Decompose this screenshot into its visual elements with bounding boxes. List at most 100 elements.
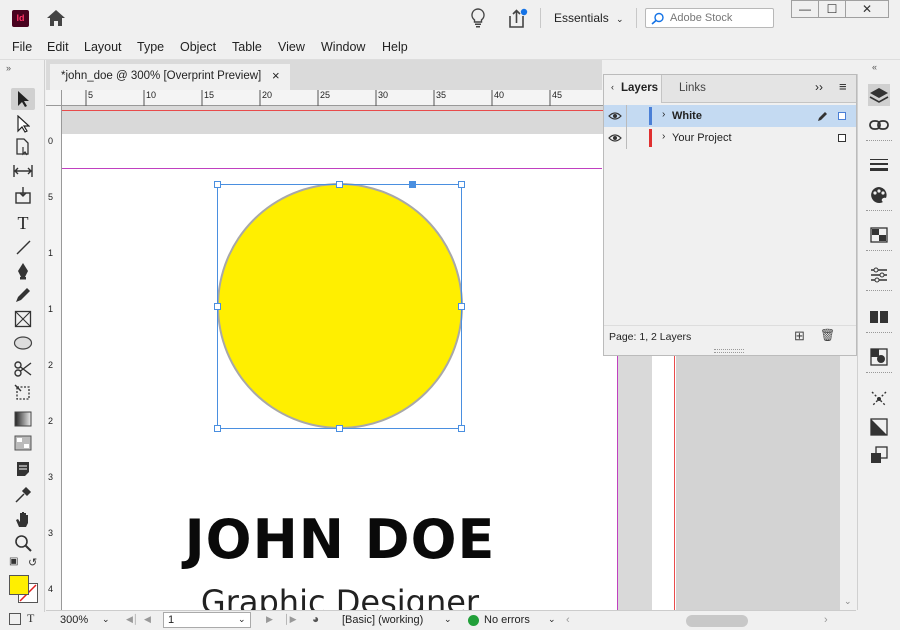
scroll-left-icon[interactable]: ‹	[566, 614, 570, 626]
menu-edit[interactable]: Edit	[47, 40, 69, 54]
eye-icon[interactable]	[608, 133, 622, 143]
workspace-switcher[interactable]: Essentials ⌄	[554, 11, 624, 25]
menu-window[interactable]: Window	[321, 40, 365, 54]
formatting-text-icon[interactable]: T	[27, 611, 34, 626]
pasteboard-right[interactable]	[676, 355, 840, 610]
hand-tool-icon[interactable]	[11, 508, 35, 530]
menu-layout[interactable]: Layout	[84, 40, 122, 54]
links-icon[interactable]	[868, 114, 890, 136]
rectangle-frame-tool-icon[interactable]	[11, 308, 35, 330]
menu-view[interactable]: View	[278, 40, 305, 54]
free-transform-tool-icon[interactable]	[11, 382, 35, 404]
default-colors-icon[interactable]: ▣	[9, 556, 18, 567]
errors-dropdown-icon[interactable]: ⌄	[548, 614, 556, 625]
eye-icon[interactable]	[608, 111, 622, 121]
panel-menu-icon[interactable]: ≡	[839, 79, 847, 94]
gap-tool-icon[interactable]	[11, 160, 35, 182]
resize-handle[interactable]	[458, 181, 465, 188]
preflight-spinner-icon[interactable]: ◕	[312, 612, 319, 626]
select-item-indicator[interactable]	[838, 134, 846, 142]
page-dropdown-icon[interactable]: ⌄	[238, 614, 246, 625]
swatches-icon[interactable]	[868, 224, 890, 246]
horizontal-ruler[interactable]: 5 10 15 20 25 30 35 40 45	[62, 90, 618, 106]
home-icon[interactable]	[46, 9, 66, 30]
layer-row-white[interactable]: › White	[604, 105, 856, 127]
first-page-icon[interactable]: ◀│	[126, 614, 139, 625]
maximize-button[interactable]: ☐	[818, 0, 846, 18]
direct-selection-tool-icon[interactable]	[11, 113, 35, 135]
swap-colors-icon[interactable]: ↺	[28, 556, 37, 569]
lock-column[interactable]	[626, 105, 627, 127]
chevron-right-icon[interactable]: ›	[662, 131, 665, 142]
properties-icon[interactable]	[868, 264, 890, 286]
resize-handle[interactable]	[336, 425, 343, 432]
minimize-button[interactable]: —	[791, 0, 819, 18]
menu-help[interactable]: Help	[382, 40, 408, 54]
previous-page-icon[interactable]: ◀	[144, 614, 151, 625]
selection-bounding-box[interactable]	[214, 181, 465, 432]
close-tab-icon[interactable]: ×	[272, 68, 280, 83]
pencil-tool-icon[interactable]	[11, 284, 35, 306]
expand-panel-icon[interactable]: ››	[815, 80, 823, 94]
new-layer-icon[interactable]: ⊞	[794, 328, 805, 344]
next-page-icon[interactable]: ▶	[266, 614, 273, 625]
share-icon[interactable]	[507, 8, 529, 33]
lightbulb-icon[interactable]	[470, 8, 486, 31]
gradient-feather-tool-icon[interactable]	[11, 432, 35, 454]
resize-handle[interactable]	[458, 425, 465, 432]
menu-file[interactable]: File	[12, 40, 32, 54]
zoom-level[interactable]: 300%	[60, 614, 88, 626]
menu-object[interactable]: Object	[180, 40, 216, 54]
effects-icon[interactable]	[868, 388, 890, 410]
normal-view-icon[interactable]	[9, 613, 21, 625]
zoom-tool-icon[interactable]	[11, 532, 35, 554]
fill-swatch[interactable]	[9, 575, 29, 595]
selected-item-indicator[interactable]	[838, 112, 846, 120]
pen-tool-icon[interactable]	[11, 260, 35, 282]
collapse-dock-icon[interactable]: «	[872, 62, 877, 72]
trash-icon[interactable]: 🗑	[820, 328, 835, 342]
page-tool-icon[interactable]	[11, 136, 35, 158]
adobe-stock-search-input[interactable]: Adobe Stock	[645, 8, 774, 28]
scroll-right-icon[interactable]: ›	[824, 614, 828, 626]
resize-handle[interactable]	[336, 181, 343, 188]
preflight-profile[interactable]: [Basic] (working)	[342, 614, 423, 626]
note-tool-icon[interactable]	[11, 458, 35, 480]
resize-handle[interactable]	[214, 425, 221, 432]
cc-libraries-icon[interactable]	[868, 346, 890, 368]
type-tool-icon[interactable]: T	[11, 212, 35, 234]
arrange-icon[interactable]	[868, 444, 890, 466]
ellipse-tool-icon[interactable]	[11, 332, 35, 354]
ruler-origin[interactable]	[46, 90, 62, 106]
panel-resize-grip[interactable]	[714, 349, 744, 353]
document-tab[interactable]: *john_doe @ 300% [Overprint Preview] ×	[50, 64, 290, 90]
tab-links[interactable]: Links	[679, 82, 706, 94]
scissors-tool-icon[interactable]	[11, 358, 35, 380]
layers-icon[interactable]	[868, 84, 890, 106]
chevron-right-icon[interactable]: ›	[662, 109, 665, 120]
stroke-icon[interactable]	[868, 154, 890, 176]
content-collector-icon[interactable]	[11, 184, 35, 206]
resize-handle[interactable]	[458, 303, 465, 310]
gradient-icon[interactable]	[868, 416, 890, 438]
selection-tool-icon[interactable]	[11, 88, 35, 110]
line-tool-icon[interactable]	[11, 236, 35, 258]
resize-handle[interactable]	[214, 303, 221, 310]
gradient-swatch-tool-icon[interactable]	[11, 408, 35, 430]
profile-dropdown-icon[interactable]: ⌄	[444, 614, 452, 625]
menu-table[interactable]: Table	[232, 40, 262, 54]
vertical-ruler[interactable]: 0 5 1 1 2 2 3 3 4	[46, 106, 62, 610]
close-window-button[interactable]: ✕	[845, 0, 889, 18]
color-icon[interactable]	[868, 184, 890, 206]
menu-type[interactable]: Type	[137, 40, 164, 54]
name-heading[interactable]: JOHN DOE	[150, 508, 530, 571]
subtitle-frame[interactable]: Graphic Designer	[150, 586, 530, 610]
resize-handle[interactable]	[214, 181, 221, 188]
horizontal-scroll-thumb[interactable]	[686, 615, 748, 627]
eyedropper-tool-icon[interactable]	[11, 484, 35, 506]
scroll-down-icon[interactable]: ⌄	[844, 596, 852, 607]
zoom-dropdown-icon[interactable]: ⌄	[102, 614, 110, 625]
collapse-toolbar-icon[interactable]: »	[6, 63, 11, 73]
last-page-icon[interactable]: │▶	[284, 614, 297, 625]
pages-icon[interactable]	[868, 306, 890, 328]
